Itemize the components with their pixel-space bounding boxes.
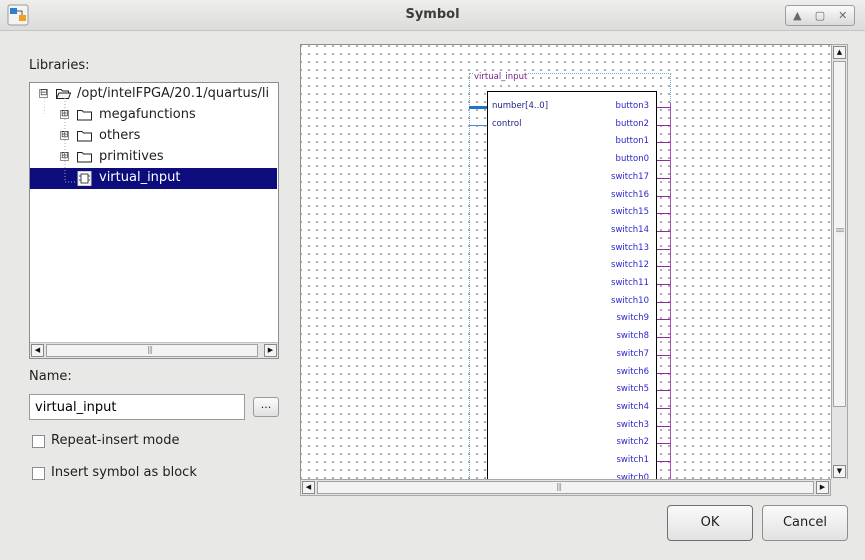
output-pin-line	[657, 319, 671, 320]
output-pin-label: switch13	[611, 243, 649, 253]
canvas-horizontal-scrollbar[interactable]: ◀ ||| ▶	[300, 479, 831, 496]
collapse-icon[interactable]: ⊟	[39, 89, 48, 98]
output-pin-line	[657, 461, 671, 462]
tree-guide-lines	[44, 98, 77, 183]
scroll-right-icon[interactable]: ▶	[816, 481, 829, 494]
input-pin-label: number[4..0]	[492, 101, 549, 111]
repeat-insert-checkbox[interactable]	[32, 435, 45, 448]
input-pin-label: control	[492, 119, 522, 129]
scrollbar-thumb[interactable]: |||	[317, 481, 814, 494]
window-title: Symbol	[405, 7, 460, 22]
close-button[interactable]: ✕	[831, 6, 854, 25]
output-pin-line	[657, 284, 671, 285]
output-pin-label: button0	[615, 154, 649, 164]
input-pin-line	[469, 106, 487, 109]
output-pin-label: switch16	[611, 190, 649, 200]
name-input[interactable]	[29, 394, 245, 420]
tree-item-label: primitives	[99, 149, 164, 164]
output-pin-line	[657, 125, 671, 126]
maximize-button[interactable]: ▲	[786, 6, 809, 25]
ok-button[interactable]: OK	[667, 505, 753, 541]
tree-item-label: others	[99, 128, 141, 143]
output-pin-label: switch15	[611, 207, 649, 217]
libraries-tree[interactable]: ⊟ /opt/intelFPGA/20.1/quartus/li ⊞ megaf…	[29, 82, 279, 359]
output-pin-label: switch14	[611, 225, 649, 235]
output-pin-label: switch9	[616, 313, 649, 323]
name-label: Name:	[29, 369, 72, 384]
output-pin-label: switch17	[611, 172, 649, 182]
output-pin-line	[657, 426, 671, 427]
output-pin-line	[657, 178, 671, 179]
output-pin-line	[657, 142, 671, 143]
output-pin-line	[657, 390, 671, 391]
output-pin-label: button2	[615, 119, 649, 129]
browse-button[interactable]: ...	[253, 397, 279, 417]
scroll-right-icon[interactable]: ▶	[264, 344, 277, 357]
output-pin-label: switch10	[611, 296, 649, 306]
output-pin-line	[657, 443, 671, 444]
output-pin-line	[657, 302, 671, 303]
output-pin-line	[657, 231, 671, 232]
scrollbar-corner	[831, 479, 848, 496]
output-pin-label: switch4	[616, 402, 649, 412]
symbol-preview-canvas[interactable]: virtual_input number[4..0] control button3…	[300, 44, 834, 480]
canvas-vertical-scrollbar[interactable]: ▲ ||| ▼	[831, 44, 848, 480]
output-bus-line	[670, 103, 671, 479]
output-pin-label: switch2	[616, 437, 649, 447]
tree-horizontal-scrollbar[interactable]: ◀ ||| ▶	[30, 342, 278, 358]
output-pin-line	[657, 107, 671, 108]
scrollbar-thumb[interactable]: |||	[46, 344, 258, 357]
libraries-label: Libraries:	[29, 58, 90, 73]
insert-as-block-checkbox[interactable]	[32, 467, 45, 480]
output-pin-line	[657, 373, 671, 374]
cancel-button[interactable]: Cancel	[762, 505, 848, 541]
output-pin-label: switch1	[616, 455, 649, 465]
output-pin-label: switch8	[616, 331, 649, 341]
scrollbar-thumb[interactable]: |||	[833, 61, 846, 407]
title-bar: Symbol ▲ ▢ ✕	[0, 0, 865, 31]
output-pin-label: button1	[615, 136, 649, 146]
input-pin-line	[469, 125, 487, 126]
scroll-left-icon[interactable]: ◀	[302, 481, 315, 494]
output-pin-line	[657, 160, 671, 161]
symbol-name: virtual_input	[474, 72, 528, 82]
output-pin-line	[657, 408, 671, 409]
scroll-down-icon[interactable]: ▼	[833, 465, 846, 478]
insert-as-block-label: Insert symbol as block	[51, 465, 197, 480]
tree-item-label: megafunctions	[99, 107, 196, 122]
output-pin-line	[657, 355, 671, 356]
output-pin-label: switch6	[616, 367, 649, 377]
output-pin-line	[657, 249, 671, 250]
tree-item-label: virtual_input	[99, 170, 181, 185]
output-pin-label: switch12	[611, 260, 649, 270]
scroll-left-icon[interactable]: ◀	[31, 344, 44, 357]
output-pin-label: switch11	[611, 278, 649, 288]
restore-button[interactable]: ▢	[809, 6, 832, 25]
output-pin-label: button3	[615, 101, 649, 111]
window-controls: ▲ ▢ ✕	[785, 5, 855, 26]
output-pin-line	[657, 266, 671, 267]
output-pin-label: switch3	[616, 420, 649, 430]
repeat-insert-label: Repeat-insert mode	[51, 433, 180, 448]
output-pin-line	[657, 213, 671, 214]
output-pin-label: switch5	[616, 384, 649, 394]
output-pin-line	[657, 337, 671, 338]
tree-item-label: /opt/intelFPGA/20.1/quartus/li	[77, 86, 270, 101]
output-pin-label: switch7	[616, 349, 649, 359]
scroll-up-icon[interactable]: ▲	[833, 46, 846, 59]
output-pin-line	[657, 196, 671, 197]
